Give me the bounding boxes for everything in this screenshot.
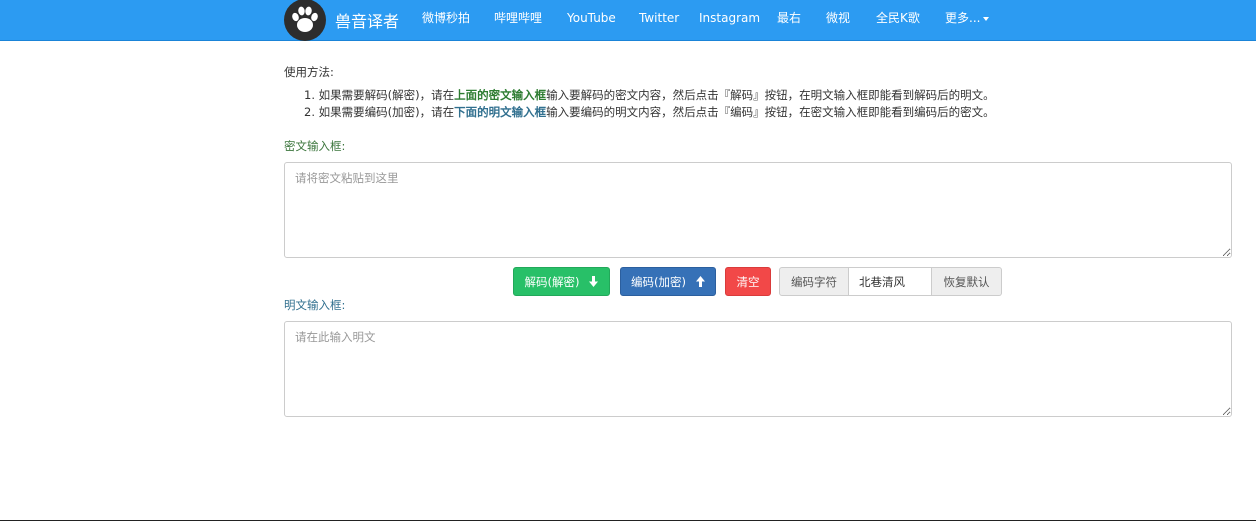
nav-item-zuiyou[interactable]: 最右 <box>777 0 801 36</box>
nav-item-bilibili[interactable]: 哔哩哔哩 <box>494 0 542 36</box>
arrow-down-icon <box>589 276 599 287</box>
charset-input-group: 编码字符 恢复默认 <box>779 267 1002 296</box>
charset-label: 编码字符 <box>779 267 849 296</box>
paw-logo-icon <box>284 0 326 41</box>
nav-item-more-dropdown[interactable]: 更多... <box>945 0 990 36</box>
encode-label: 编码(加密) <box>631 274 686 289</box>
instruction-step-2: 2. 如果需要编码(加密)，请在下面的明文输入框输入要编码的明文内容，然后点击『… <box>304 104 995 120</box>
nav-item-weishi[interactable]: 微视 <box>826 0 850 36</box>
step-2-prefix: 2. 如果需要编码(加密)，请在 <box>304 105 455 119</box>
more-label: 更多... <box>945 11 981 25</box>
caret-down-icon <box>983 16 990 21</box>
nav-item-instagram[interactable]: Instagram <box>699 0 760 36</box>
nav-item-weibo[interactable]: 微博秒拍 <box>422 0 470 36</box>
charset-input[interactable] <box>849 267 932 296</box>
nav-item-twitter[interactable]: Twitter <box>639 0 679 36</box>
decode-button[interactable]: 解码(解密) <box>513 267 610 296</box>
step-1-highlight: 上面的密文输入框 <box>454 88 547 102</box>
decode-label: 解码(解密) <box>524 274 580 289</box>
cipher-label: 密文输入框: <box>284 139 346 153</box>
nav-item-quanmin-kge[interactable]: 全民K歌 <box>876 0 920 36</box>
clear-button[interactable]: 清空 <box>725 267 771 296</box>
nav-item-youtube[interactable]: YouTube <box>567 0 616 36</box>
arrow-up-icon <box>695 276 705 287</box>
plain-textarea[interactable] <box>284 321 1232 417</box>
navbar: 兽音译者 微博秒拍 哔哩哔哩 YouTube Twitter Instagram… <box>0 0 1256 41</box>
plain-label: 明文输入框: <box>284 298 346 312</box>
instruction-step-1: 1. 如果需要解码(解密)，请在上面的密文输入框输入要解码的密文内容，然后点击『… <box>304 87 995 103</box>
cipher-textarea[interactable] <box>284 162 1232 258</box>
reset-default-button[interactable]: 恢复默认 <box>932 267 1002 296</box>
encode-button[interactable]: 编码(加密) <box>620 267 716 296</box>
step-1-suffix: 输入要解码的密文内容，然后点击『解码』按钮，在明文输入框即能看到解码后的明文。 <box>546 88 995 102</box>
step-2-suffix: 输入要编码的明文内容，然后点击『编码』按钮，在密文输入框即能看到编码后的密文。 <box>546 105 995 119</box>
step-2-highlight: 下面的明文输入框 <box>454 105 547 119</box>
step-1-prefix: 1. 如果需要解码(解密)，请在 <box>304 88 455 102</box>
usage-title: 使用方法: <box>284 65 334 79</box>
brand-link[interactable]: 兽音译者 <box>284 0 400 41</box>
brand-title: 兽音译者 <box>335 12 400 31</box>
